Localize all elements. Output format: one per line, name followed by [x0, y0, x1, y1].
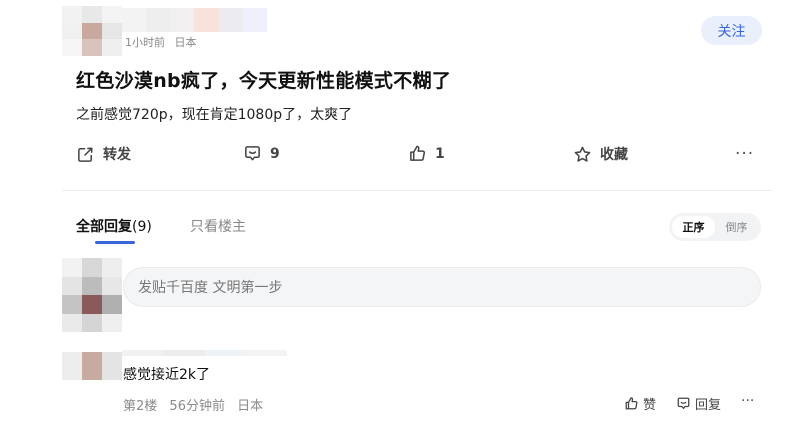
comment-count: 9: [270, 145, 280, 162]
post-title: 红色沙漠nb疯了，今天更新性能模式不糊了: [76, 70, 452, 92]
mosaic-cell: [194, 8, 219, 32]
mosaic-cell: [82, 39, 102, 56]
reply-location: 日本: [237, 399, 264, 414]
reply-input[interactable]: 发贴千百度 文明第一步: [123, 267, 761, 307]
comment-icon: [245, 146, 260, 161]
active-tab-indicator: [95, 241, 135, 244]
reply-more-button[interactable]: ···: [741, 393, 754, 409]
post-more-button[interactable]: ···: [735, 144, 754, 164]
reply-floor: 第2楼: [123, 399, 158, 414]
mosaic-cell: [102, 313, 122, 332]
favorite-button[interactable]: 收藏: [573, 144, 628, 164]
reply-like-button[interactable]: 赞: [624, 394, 656, 413]
thumbs-up-icon: [410, 145, 426, 161]
reply-time: 56分钟前: [169, 399, 225, 414]
post-meta: 1小时前 日本: [125, 34, 197, 50]
sort-asc-button[interactable]: 正序: [672, 216, 715, 238]
mosaic-cell: [122, 8, 147, 32]
mosaic-cell: [82, 313, 102, 332]
mosaic-cell: [170, 8, 195, 32]
like-count: 1: [435, 145, 445, 162]
mosaic-cell: [102, 276, 122, 295]
share-button[interactable]: 转发: [76, 144, 131, 164]
divider: [62, 190, 772, 191]
share-label: 转发: [103, 147, 131, 163]
reply-reply-button[interactable]: 回复: [676, 394, 721, 413]
star-icon: [574, 146, 591, 162]
mosaic-cell: [102, 6, 122, 23]
comment-button[interactable]: 9: [243, 144, 280, 163]
mosaic-cell: [245, 350, 287, 356]
tab-all-count: (9): [132, 219, 152, 235]
post-location: 日本: [174, 36, 197, 49]
reply-meta: 第2楼 56分钟前 日本: [123, 395, 263, 414]
mosaic-cell: [102, 352, 122, 380]
comment-icon: [677, 397, 690, 410]
mosaic-cell: [62, 6, 82, 23]
like-button[interactable]: 1: [408, 144, 445, 163]
thumbs-up-icon: [625, 397, 638, 410]
reply-reply-label: 回复: [695, 398, 722, 413]
mosaic-cell: [102, 295, 122, 314]
reply-like-label: 赞: [643, 398, 657, 413]
reply-author-name-blurred[interactable]: [122, 350, 287, 356]
mosaic-cell: [82, 6, 102, 23]
tab-all-replies[interactable]: 全部回复(9): [76, 216, 152, 236]
mosaic-cell: [82, 295, 102, 314]
mosaic-cell: [204, 350, 246, 356]
mosaic-cell: [102, 22, 122, 40]
mosaic-cell: [62, 313, 82, 332]
share-icon: [78, 147, 93, 162]
reply-text: 感觉接近2k了: [123, 367, 211, 383]
mosaic-cell: [102, 39, 122, 56]
post-author-avatar[interactable]: [62, 6, 122, 56]
current-user-avatar: [62, 258, 122, 332]
mosaic-cell: [242, 8, 267, 32]
mosaic-cell: [62, 39, 82, 56]
mosaic-cell: [82, 352, 102, 380]
mosaic-cell: [82, 258, 102, 277]
favorite-label: 收藏: [600, 147, 628, 163]
reply-author-avatar[interactable]: [62, 352, 122, 380]
mosaic-cell: [62, 258, 82, 277]
mosaic-cell: [82, 276, 102, 295]
mosaic-cell: [163, 350, 205, 356]
mosaic-cell: [62, 352, 82, 380]
tab-owner-only[interactable]: 只看楼主: [190, 216, 246, 236]
mosaic-cell: [62, 22, 82, 40]
mosaic-cell: [122, 350, 164, 356]
mosaic-cell: [102, 258, 122, 277]
mosaic-cell: [146, 8, 171, 32]
post-author-name-blurred[interactable]: [122, 8, 267, 32]
tab-all-label: 全部回复: [76, 219, 132, 235]
mosaic-cell: [82, 22, 102, 40]
mosaic-cell: [218, 8, 243, 32]
mosaic-cell: [62, 276, 82, 295]
follow-button[interactable]: 关注: [701, 16, 762, 45]
post-time: 1小时前: [125, 36, 165, 49]
sort-toggle: 正序 倒序: [669, 213, 761, 241]
mosaic-cell: [62, 295, 82, 314]
sort-desc-button[interactable]: 倒序: [715, 216, 758, 238]
post-body: 之前感觉720p，现在肯定1080p了，太爽了: [76, 107, 353, 123]
